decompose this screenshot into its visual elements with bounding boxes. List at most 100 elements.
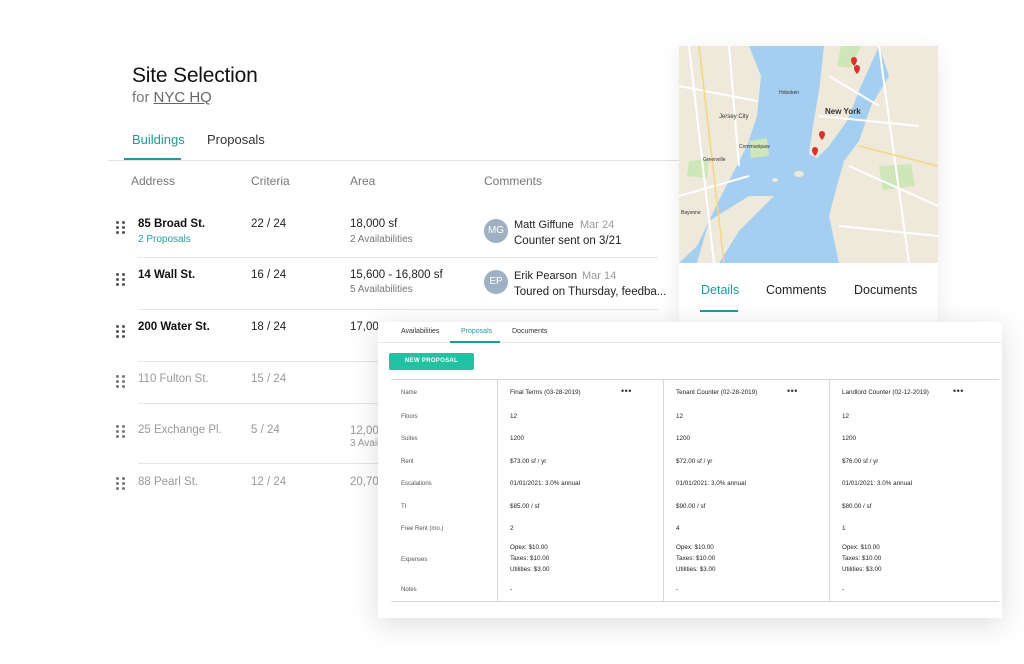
- more-options-icon[interactable]: •••: [953, 386, 964, 396]
- comment-text: Counter sent on 3/21: [514, 235, 622, 247]
- tab-availabilities[interactable]: Availabilities: [401, 328, 439, 335]
- criteria-score: 5 / 24: [251, 424, 280, 436]
- building-address[interactable]: 14 Wall St.: [138, 269, 195, 281]
- criteria-score: 16 / 24: [251, 269, 287, 281]
- drag-handle-icon[interactable]: [116, 325, 126, 339]
- building-address[interactable]: 200 Water St.: [138, 321, 210, 333]
- rent-value: $72.00 sf / yr: [676, 458, 713, 465]
- drag-handle-icon[interactable]: [116, 375, 126, 389]
- availabilities-count: 5 Availabilities: [350, 284, 413, 295]
- main-tabs: Buildings Proposals: [108, 121, 680, 161]
- more-options-icon[interactable]: •••: [787, 386, 798, 396]
- taxes-value: Taxes: $10.00: [842, 555, 882, 562]
- suites-value: 1200: [676, 435, 691, 442]
- commenter-name: Matt Giffune: [514, 219, 574, 231]
- rent-value: $73.00 sf / yr: [510, 458, 547, 465]
- floors-value: 12: [842, 413, 850, 420]
- suites-value: 1200: [842, 435, 857, 442]
- availabilities-count: 2 Availabilities: [350, 234, 413, 245]
- free-rent-value: 1: [842, 525, 846, 532]
- criteria-score: 12 / 24: [251, 476, 287, 488]
- proposal-comparison-table: Name Floors Suites Rent Escalations TI F…: [391, 379, 999, 602]
- map-label-new-york: New York: [825, 107, 861, 116]
- ti-value: $80.00 / sf: [842, 503, 872, 510]
- row-label-expenses: Expenses: [401, 557, 428, 563]
- drag-handle-icon[interactable]: [116, 273, 126, 287]
- escalations-value: 01/01/2021: 3.0% annual: [842, 480, 913, 487]
- map[interactable]: New York Jersey City Hoboken Bayonne Gre…: [679, 46, 938, 263]
- map-label-jersey-city: Jersey City: [719, 114, 749, 120]
- tab-proposals[interactable]: Proposals: [461, 328, 492, 335]
- criteria-score: 18 / 24: [251, 321, 287, 333]
- column-divider: [497, 380, 498, 601]
- row-label-suites: Suites: [401, 436, 418, 442]
- comment-date: Mar 14: [582, 270, 617, 282]
- table-row[interactable]: 85 Broad St. 2 Proposals 22 / 24 18,000 …: [108, 206, 680, 258]
- floors-value: 12: [676, 413, 684, 420]
- column-header-address[interactable]: Address: [131, 174, 175, 188]
- map-label-bayonne: Bayonne: [681, 210, 701, 216]
- tab-documents[interactable]: Documents: [512, 328, 547, 335]
- map-card-tabs: Details Comments Documents: [679, 263, 938, 323]
- free-rent-value: 2: [510, 525, 514, 532]
- area-value: 15,600 - 16,800 sf: [350, 269, 443, 281]
- column-header-area[interactable]: Area: [350, 174, 375, 188]
- tab-proposals[interactable]: Proposals: [207, 132, 265, 147]
- map-graphic[interactable]: New York Jersey City Hoboken Bayonne Gre…: [679, 46, 938, 263]
- taxes-value: Taxes: $10.00: [676, 555, 716, 562]
- building-address[interactable]: 25 Exchange Pl.: [138, 424, 222, 436]
- drag-handle-icon[interactable]: [116, 477, 126, 491]
- project-link[interactable]: NYC HQ: [154, 89, 212, 106]
- column-header-criteria[interactable]: Criteria: [251, 174, 290, 188]
- subtitle-prefix: for: [132, 89, 150, 106]
- utilities-value: Utilities: $3.00: [510, 566, 550, 573]
- comment-date: Mar 24: [580, 219, 615, 231]
- active-tab-indicator: [450, 341, 500, 343]
- tab-documents[interactable]: Documents: [854, 283, 917, 297]
- tab-comments[interactable]: Comments: [766, 283, 826, 297]
- more-options-icon[interactable]: •••: [621, 386, 632, 396]
- drag-handle-icon[interactable]: [116, 425, 126, 439]
- table-row[interactable]: 14 Wall St. 16 / 24 15,600 - 16,800 sf 5…: [108, 258, 680, 310]
- row-label-floors: Floors: [401, 414, 418, 420]
- ti-value: $85.00 / sf: [510, 503, 540, 510]
- tab-details[interactable]: Details: [701, 283, 739, 297]
- suites-value: 1200: [510, 435, 525, 442]
- ti-value: $90.00 / sf: [676, 503, 706, 510]
- escalations-value: 01/01/2021: 3.0% annual: [676, 480, 747, 487]
- map-label-communipaw: Communipaw: [739, 144, 770, 150]
- rent-value: $76.00 sf / yr: [842, 458, 879, 465]
- opex-value: Opex: $10.00: [510, 544, 548, 551]
- column-divider: [663, 380, 664, 601]
- page-subtitle: for NYC HQ: [132, 89, 212, 106]
- commenter-name: Erik Pearson: [514, 270, 577, 282]
- proposals-card: Availabilities Proposals Documents NEW P…: [378, 322, 1002, 618]
- avatar: EP: [484, 270, 508, 294]
- building-address[interactable]: 85 Broad St.: [138, 218, 205, 230]
- proposal-name[interactable]: Final Terms (03-28-2019): [510, 389, 581, 396]
- column-header-comments[interactable]: Comments: [484, 174, 542, 188]
- notes-value: -: [842, 586, 845, 593]
- proposal-card-tabs: Availabilities Proposals Documents: [378, 322, 1002, 343]
- page-title: Site Selection: [132, 64, 258, 87]
- comment-text: Toured on Thursday, feedba...: [514, 286, 667, 298]
- area-value: 18,000 sf: [350, 218, 398, 230]
- opex-value: Opex: $10.00: [842, 544, 880, 551]
- row-label-ti: TI: [401, 504, 407, 510]
- avatar: MG: [484, 219, 508, 243]
- tab-buildings[interactable]: Buildings: [132, 132, 185, 147]
- taxes-value: Taxes: $10.00: [510, 555, 550, 562]
- criteria-score: 15 / 24: [251, 373, 287, 385]
- map-label-hoboken: Hoboken: [779, 90, 799, 96]
- escalations-value: 01/01/2021: 3.0% annual: [510, 480, 581, 487]
- new-proposal-button[interactable]: NEW PROPOSAL: [389, 353, 474, 370]
- proposal-name[interactable]: Tenant Counter (02-28-2019): [676, 389, 757, 396]
- column-divider: [829, 380, 830, 601]
- drag-handle-icon[interactable]: [116, 221, 126, 235]
- building-address[interactable]: 110 Fulton St.: [138, 373, 209, 385]
- building-address[interactable]: 88 Pearl St.: [138, 476, 198, 488]
- notes-value: -: [676, 586, 679, 593]
- row-label-escalations: Escalations: [401, 481, 432, 487]
- proposals-link[interactable]: 2 Proposals: [138, 234, 191, 245]
- proposal-name[interactable]: Landlord Counter (02-12-2019): [842, 389, 929, 396]
